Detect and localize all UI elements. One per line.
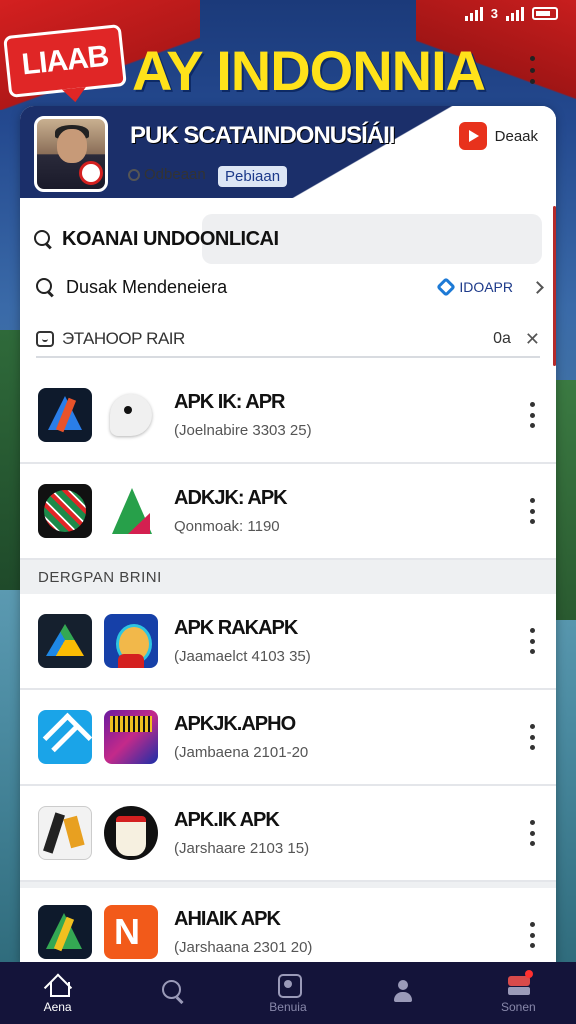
- app-subtitle: (Jarshaare 2103 15): [174, 840, 310, 857]
- sort-bar: ЭТАНООР RAIR 0a ✕: [36, 322, 540, 358]
- search-icon: [34, 230, 52, 248]
- camera-icon: [275, 972, 302, 998]
- search-icon: [160, 979, 186, 1003]
- home-icon: [45, 972, 71, 997]
- search-secondary-text: Dusak Mendeneiera: [66, 276, 228, 297]
- signal-icon: [464, 6, 483, 21]
- app-icon-mask: [104, 614, 158, 668]
- user-icon: [390, 979, 416, 1003]
- app-icon-a: [38, 388, 92, 442]
- app-subtitle: (Joelnabire 3303 25): [174, 422, 312, 439]
- more-options-icon[interactable]: [530, 922, 536, 948]
- more-options-icon[interactable]: [530, 498, 536, 524]
- app-icon-a-yellow: [38, 905, 92, 959]
- status-bar: 3: [464, 6, 558, 21]
- profile-avatar[interactable]: [34, 116, 108, 192]
- app-icon-orange: [104, 905, 158, 959]
- store-icon: [505, 970, 534, 996]
- banner-tag: LIAAB: [3, 24, 127, 98]
- nav-camera[interactable]: Benuia: [248, 972, 328, 1014]
- search-bar-primary[interactable]: KOANAI UNDOONLICAI: [34, 214, 542, 264]
- wifi-signal-icon: [506, 6, 524, 21]
- app-title: APK RAKAPK: [174, 617, 298, 639]
- more-options-icon[interactable]: [530, 56, 536, 84]
- main-card: PUK SCATAINDONUSÍÁII Odbeaan Pebiaan Dea…: [20, 106, 556, 964]
- app-subtitle: (Jarshaana 2301 20): [174, 939, 313, 956]
- app-subtitle: Qonmoak: 1190: [174, 518, 280, 535]
- record-badge-icon: [79, 161, 103, 185]
- list-item[interactable]: APKJK.APHO (Jambaena 2101-20: [20, 690, 556, 786]
- close-icon[interactable]: ✕: [525, 329, 540, 350]
- app-icon-seal: [104, 806, 158, 860]
- app-icon-wave: [104, 710, 158, 764]
- nav-home[interactable]: Aena: [18, 972, 98, 1014]
- app-title: APK.IK APK: [174, 809, 280, 831]
- header-action-button[interactable]: Deaak: [458, 122, 538, 150]
- nav-store-label: Sonen: [500, 1000, 536, 1014]
- app-icon-drive: [38, 614, 92, 668]
- tag-chip[interactable]: Pebiaan: [218, 166, 288, 187]
- notification-dot: [525, 970, 534, 978]
- nav-store[interactable]: Sonen: [478, 970, 558, 1014]
- sort-label: ЭТАНООР RAIR: [62, 329, 185, 348]
- app-subtitle: (Jambaena 2101-20: [174, 744, 309, 761]
- signal-text: 3: [490, 6, 498, 21]
- play-icon: [458, 122, 487, 150]
- list-item[interactable]: ADKJK: APK Qonmoak: 1190: [20, 464, 556, 560]
- more-options-icon[interactable]: [530, 628, 536, 654]
- list-item[interactable]: APK.IK APK (Jarshaare 2103 15): [20, 786, 556, 882]
- diamond-icon: [436, 277, 457, 297]
- list-item[interactable]: APK RAKAPK (Jaamaelct 4103 35): [20, 594, 556, 690]
- section-header: DERGPAN BRINI: [20, 560, 556, 594]
- search-icon: [36, 278, 54, 296]
- app-title: APKJK.APHO: [174, 713, 296, 735]
- chevron-right-icon: [531, 280, 544, 294]
- profile-header: PUK SCATAINDONUSÍÁII Odbeaan Pebiaan Dea…: [20, 106, 556, 198]
- more-options-icon[interactable]: [530, 820, 536, 846]
- app-icon-blue-arrow: [38, 710, 92, 764]
- nav-profile[interactable]: [363, 979, 443, 1007]
- more-options-icon[interactable]: [530, 724, 536, 750]
- app-title: AHIAIK APK: [174, 908, 281, 930]
- app-icon-green-a: [104, 484, 158, 538]
- nav-camera-label: Benuia: [269, 1000, 307, 1014]
- result-count: 0a: [493, 330, 511, 347]
- background-trees-right: [554, 380, 576, 620]
- banner-title: AY INDONNIA: [132, 39, 486, 102]
- app-icon-bird: [104, 388, 158, 442]
- search-primary-text: KOANAI UNDOONLICAI: [62, 227, 279, 250]
- app-icon-brush: [38, 806, 92, 860]
- app-subtitle: (Jaamaelct 4103 35): [174, 648, 311, 665]
- battery-icon: [532, 7, 558, 20]
- search-filter-link[interactable]: IDOAPR: [436, 277, 544, 297]
- status-ring-icon: [128, 168, 140, 181]
- sort-icon[interactable]: [36, 331, 54, 347]
- search-bar-secondary[interactable]: Dusak Mendeneiera IDOAPR: [36, 270, 544, 304]
- app-title: APK IK: APR: [174, 391, 285, 413]
- list-item[interactable]: AHIAIK APK (Jarshaana 2301 20): [20, 882, 556, 964]
- nav-search[interactable]: [133, 979, 213, 1007]
- app-title: ADKJK: APK: [174, 487, 288, 509]
- more-options-icon[interactable]: [530, 402, 536, 428]
- scrollbar[interactable]: [553, 206, 556, 366]
- app-list: APK IK: APR (Joelnabire 3303 25) ADKJK: …: [20, 368, 556, 964]
- list-item[interactable]: APK IK: APR (Joelnabire 3303 25): [20, 368, 556, 464]
- app-icon-ball: [38, 484, 92, 538]
- bottom-navigation: Aena Benuia Sonen: [0, 962, 576, 1024]
- page-title: PUK SCATAINDONUSÍÁII: [130, 122, 395, 149]
- status-chip[interactable]: Odbeaan: [128, 166, 206, 183]
